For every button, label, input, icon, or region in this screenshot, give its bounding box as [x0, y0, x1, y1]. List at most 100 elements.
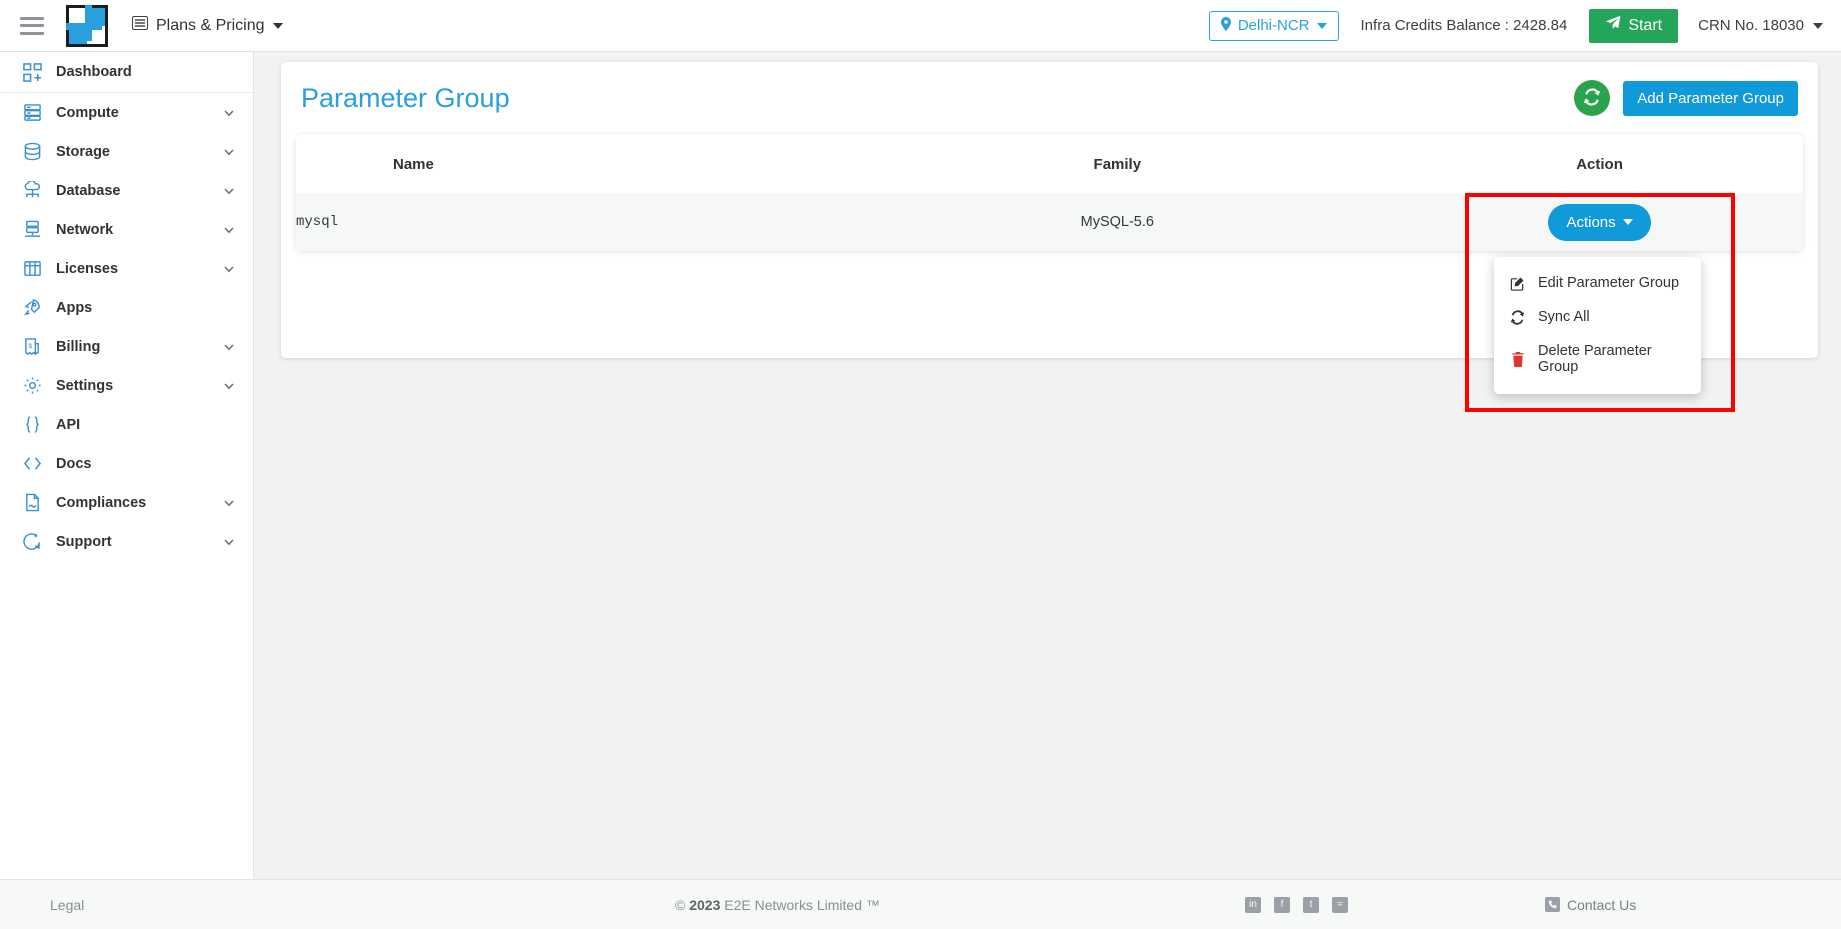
svg-text:$: $	[28, 343, 32, 350]
sidebar-item-label: API	[56, 416, 81, 433]
chevron-down-icon	[1813, 22, 1823, 29]
region-selector[interactable]: Delhi-NCR	[1208, 10, 1339, 41]
sidebar: Dashboard Compute Storage Database Network Li…	[0, 52, 254, 879]
refresh-button[interactable]	[1574, 80, 1611, 116]
dropdown-item-label: Delete Parameter Group	[1538, 343, 1652, 375]
table-header-row: Name Family Action	[296, 134, 1803, 193]
actions-label: Actions	[1566, 213, 1616, 231]
twitter-icon[interactable]: t	[1303, 896, 1319, 913]
refresh-icon	[1583, 87, 1601, 109]
main-content: Parameter Group Add Parameter Group Name…	[254, 52, 1841, 879]
license-icon	[22, 259, 42, 279]
plans-label: Plans & Pricing	[156, 16, 265, 34]
start-button[interactable]: Start	[1589, 8, 1679, 43]
column-header-name: Name	[393, 156, 434, 173]
hamburger-icon[interactable]	[20, 16, 44, 35]
code-icon	[22, 454, 42, 474]
sidebar-item-settings[interactable]: Settings	[0, 366, 253, 405]
page-title: Parameter Group	[301, 82, 510, 113]
sidebar-item-network[interactable]: Network	[0, 210, 253, 249]
sidebar-item-compute[interactable]: Compute	[0, 93, 253, 132]
sidebar-item-dashboard[interactable]: Dashboard	[0, 52, 253, 93]
actions-dropdown-button[interactable]: Actions	[1548, 203, 1651, 241]
table-body: mysql MySQL-5.6 Actions	[296, 193, 1803, 251]
location-pin-icon	[1220, 16, 1231, 35]
footer-legal-link[interactable]: Legal	[50, 897, 84, 913]
sidebar-item-label: Network	[56, 221, 114, 238]
sidebar-item-label: Dashboard	[56, 64, 132, 80]
database-icon	[22, 142, 42, 162]
rocket-icon	[22, 298, 42, 318]
sidebar-item-label: Compliances	[56, 494, 147, 511]
chevron-down-icon	[223, 263, 235, 275]
sidebar-item-apps[interactable]: Apps	[0, 288, 253, 327]
actions-dropdown-menu[interactable]: Edit Parameter Group Sync All Delete Param…	[1494, 257, 1701, 394]
server-icon	[22, 103, 42, 123]
facebook-icon[interactable]: f	[1274, 896, 1290, 913]
chevron-down-icon	[223, 107, 235, 119]
sidebar-item-label: Compute	[56, 104, 119, 121]
column-header-family: Family	[1093, 156, 1142, 173]
paper-plane-icon	[1605, 15, 1621, 36]
chevron-down-icon	[223, 536, 235, 548]
pencil-square-icon	[1510, 276, 1525, 291]
column-header-action: Action	[1576, 156, 1623, 173]
top-bar-right: Delhi-NCR Infra Credits Balance : 2428.8…	[1208, 0, 1841, 51]
rss-icon[interactable]: ≈	[1332, 896, 1348, 913]
dropdown-item-delete-parameter-group[interactable]: Delete Parameter Group	[1494, 334, 1701, 384]
add-parameter-group-button[interactable]: Add Parameter Group	[1623, 80, 1798, 116]
list-icon	[132, 16, 148, 35]
chevron-down-icon	[223, 185, 235, 197]
chevron-down-icon	[223, 497, 235, 509]
sidebar-item-label: Docs	[56, 455, 92, 472]
sidebar-item-label: Support	[56, 533, 112, 550]
gear-icon	[22, 376, 42, 396]
copyright-text: E2E Networks Limited ™	[724, 896, 880, 913]
table-row: mysql MySQL-5.6 Actions	[296, 193, 1803, 251]
table-header: Name Family Action	[296, 134, 1803, 193]
parameter-group-table: Name Family Action mysql MySQL-5.6 Actio…	[296, 134, 1803, 251]
sidebar-item-label: Database	[56, 182, 121, 199]
logo[interactable]: E2E Networks	[66, 4, 108, 58]
sidebar-item-support[interactable]: Support	[0, 522, 253, 561]
linkedin-icon[interactable]: in	[1245, 896, 1261, 913]
dropdown-item-label: Edit Parameter Group	[1538, 275, 1680, 291]
footer-copyright: © 2023 E2E Networks Limited ™	[675, 897, 880, 913]
sidebar-item-api[interactable]: API	[0, 405, 253, 444]
plans-and-pricing-menu[interactable]: Plans & Pricing	[132, 16, 283, 35]
trash-icon	[1510, 351, 1525, 367]
dashboard-icon	[22, 62, 42, 82]
dropdown-item-sync-all[interactable]: Sync All	[1494, 300, 1701, 334]
document-icon	[22, 493, 42, 513]
sidebar-item-label: Apps	[56, 299, 93, 316]
sidebar-item-label: Settings	[56, 377, 114, 394]
cell-name: mysql	[296, 214, 339, 230]
support-icon	[22, 532, 42, 552]
crn-label: CRN No. 18030	[1698, 17, 1804, 34]
dropdown-item-label: Sync All	[1538, 309, 1590, 325]
copyright-symbol: ©	[675, 896, 686, 913]
chevron-down-icon	[223, 146, 235, 158]
sidebar-item-label: Storage	[56, 143, 110, 160]
network-icon	[22, 220, 42, 240]
chevron-down-icon	[1622, 219, 1633, 225]
sidebar-item-billing[interactable]: $ Billing	[0, 327, 253, 366]
page-header: Parameter Group Add Parameter Group	[281, 62, 1818, 134]
brand-logo-mark	[66, 4, 108, 47]
sidebar-item-label: Licenses	[56, 260, 119, 277]
sidebar-item-docs[interactable]: Docs	[0, 444, 253, 483]
cell-action: Actions	[1396, 193, 1803, 251]
dropdown-item-edit-parameter-group[interactable]: Edit Parameter Group	[1494, 266, 1701, 300]
sync-icon	[1510, 309, 1525, 325]
cloud-db-icon	[22, 181, 42, 201]
sidebar-item-database[interactable]: Database	[0, 171, 253, 210]
cell-family: MySQL-5.6	[1080, 214, 1154, 230]
region-label: Delhi-NCR	[1237, 17, 1310, 34]
crn-menu[interactable]: CRN No. 18030	[1698, 17, 1823, 34]
infra-credits-balance: Infra Credits Balance : 2428.84	[1360, 17, 1568, 34]
sidebar-item-licenses[interactable]: Licenses	[0, 249, 253, 288]
chevron-down-icon	[223, 380, 235, 392]
sidebar-item-compliances[interactable]: Compliances	[0, 483, 253, 522]
footer-contact-us[interactable]: Contact Us	[1545, 897, 1636, 913]
sidebar-item-storage[interactable]: Storage	[0, 132, 253, 171]
